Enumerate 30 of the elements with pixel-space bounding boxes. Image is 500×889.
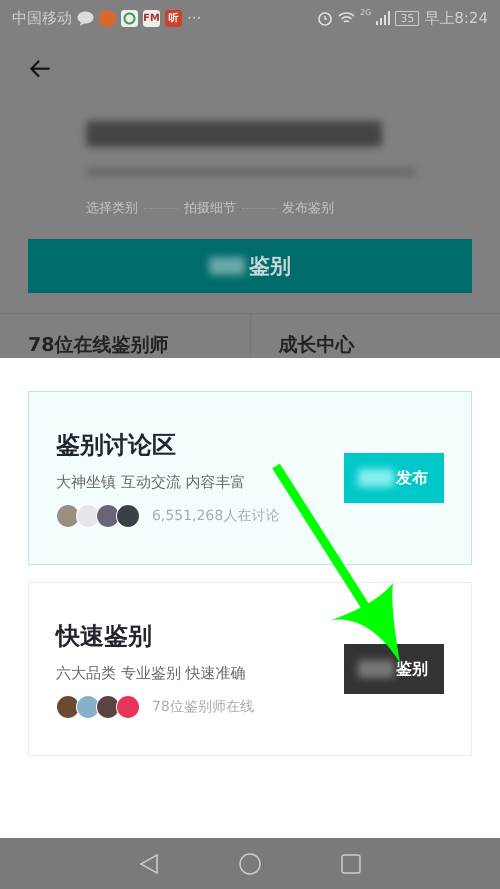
blurred-text [358,660,394,678]
app-icon [121,10,138,26]
card-title: 鉴别讨论区 [56,430,177,460]
card-count: 6,551,268人在讨论 [152,506,280,524]
app-icon: FM [143,10,160,26]
card-subtitle: 大神坐镇 互动交流 内容丰富 [56,472,247,492]
network-type: 2G [360,8,372,17]
clock-time: 早上8:24 [424,8,488,28]
card-title: 快速鉴别 [56,620,153,652]
tile-title: 成长中心 [277,333,356,358]
more-notifications: ··· [187,9,202,27]
home-icon[interactable] [239,852,261,874]
app-icon: 听 [165,10,182,26]
recents-icon[interactable] [341,854,361,874]
identify-button[interactable]: 鉴别 [28,239,472,293]
blurred-text [209,257,245,276]
battery-level: 35 [395,10,420,26]
step-label: 发布鉴别 [282,200,334,218]
back-icon[interactable] [28,60,52,78]
carrier-name: 中国移动 [12,8,72,28]
alarm-icon [317,10,334,26]
card-count: 78位鉴别师在线 [152,698,254,716]
blurred-text [358,469,394,487]
chat-icon [77,10,94,26]
card-button[interactable]: 鉴别 [344,644,444,694]
step-label: 选择类别 [86,200,138,218]
card-subtitle: 六大品类 专业鉴别 快速准确 [56,664,247,682]
signal-icon [376,11,390,25]
step-label: 拍摄细节 [184,200,236,218]
wifi-icon [338,11,356,25]
